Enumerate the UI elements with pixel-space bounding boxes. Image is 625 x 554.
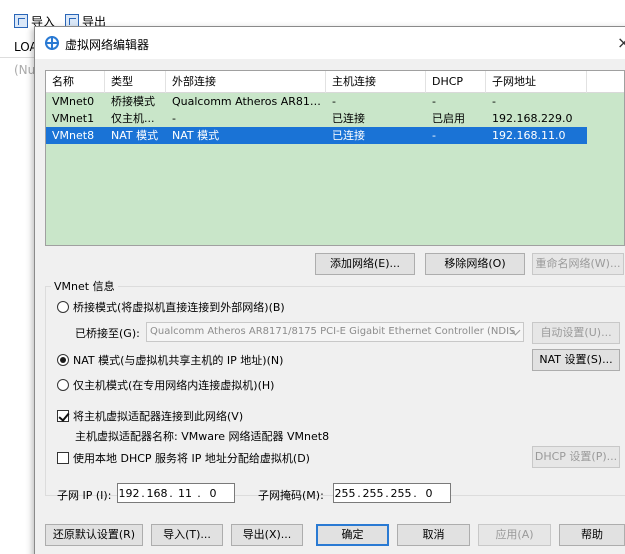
- column-header-external[interactable]: 外部连接: [166, 71, 326, 93]
- bridge-mode-radio[interactable]: 桥接模式(将虚拟机直接连接到外部网络)(B): [57, 299, 285, 315]
- table-header: 名称 类型 外部连接 主机连接 DHCP 子网地址: [46, 71, 624, 93]
- adapter-name-text: 主机虚拟适配器名称: VMware 网络适配器 VMnet8: [75, 430, 330, 443]
- column-header-dhcp[interactable]: DHCP: [426, 71, 486, 93]
- dialog-title: 虚拟网络编辑器: [65, 38, 150, 52]
- import-icon: [14, 14, 28, 28]
- column-header-host[interactable]: 主机连接: [326, 71, 426, 93]
- dhcp-settings-button[interactable]: DHCP 设置(P)...: [532, 446, 620, 468]
- subnet-mask-octet[interactable]: 255: [362, 487, 384, 500]
- nat-settings-button[interactable]: NAT 设置(S)...: [532, 349, 620, 371]
- cell-name: VMnet0: [52, 95, 95, 108]
- auto-settings-button[interactable]: 自动设置(U)...: [532, 322, 620, 344]
- export-button[interactable]: 导出(X)...: [231, 524, 303, 546]
- cell-type: 仅主机...: [111, 112, 155, 125]
- close-icon[interactable]: ×: [617, 33, 625, 52]
- network-table[interactable]: 名称 类型 外部连接 主机连接 DHCP 子网地址 VMnet0 桥接模式 Qu…: [45, 70, 625, 246]
- cell-dhcp: 已启用: [432, 112, 465, 125]
- apply-button[interactable]: 应用(A): [478, 524, 551, 546]
- remove-network-button[interactable]: 移除网络(O): [425, 253, 525, 275]
- table-row[interactable]: VMnet0 桥接模式 Qualcomm Atheros AR8171/... …: [46, 93, 624, 110]
- bridged-to-label: 已桥接至(G):: [75, 327, 140, 340]
- dialog-titlebar[interactable]: 虚拟网络编辑器 ×: [35, 27, 625, 59]
- bridge-mode-label: 桥接模式(将虚拟机直接连接到外部网络)(B): [73, 301, 285, 314]
- host-only-mode-label: 仅主机模式(在专用网络内连接虚拟机)(H): [73, 379, 275, 392]
- subnet-mask-octet[interactable]: 0: [418, 487, 440, 500]
- help-button[interactable]: 帮助: [559, 524, 625, 546]
- network-globe-icon: [45, 36, 59, 50]
- dhcp-checkbox[interactable]: 使用本地 DHCP 服务将 IP 地址分配给虚拟机(D): [57, 450, 310, 466]
- cell-external: -: [172, 112, 176, 125]
- import-button[interactable]: 导入(T)...: [151, 524, 223, 546]
- subnet-ip-octet[interactable]: 11: [174, 487, 196, 500]
- subnet-ip-field[interactable]: 192. 168. 11. 0: [117, 483, 235, 503]
- nat-mode-label: NAT 模式(与虚拟机共享主机的 IP 地址)(N): [73, 354, 284, 367]
- subnet-mask-label: 子网掩码(M):: [258, 489, 324, 502]
- cell-type: NAT 模式: [111, 129, 159, 142]
- subnet-mask-field[interactable]: 255. 255. 255. 0: [333, 483, 451, 503]
- ok-button[interactable]: 确定: [316, 524, 389, 546]
- cell-external: NAT 模式: [172, 129, 220, 142]
- table-row-selected[interactable]: VMnet8 NAT 模式 NAT 模式 已连接 - 192.168.11.0: [46, 127, 587, 144]
- cell-name: VMnet8: [52, 129, 95, 142]
- column-header-subnet[interactable]: 子网地址: [486, 71, 587, 93]
- bridged-to-value: Qualcomm Atheros AR8171/8175 PCI-E Gigab…: [150, 326, 516, 337]
- cell-dhcp: -: [432, 129, 436, 142]
- cell-subnet: 192.168.11.0: [492, 129, 566, 142]
- connect-adapter-checkbox[interactable]: 将主机虚拟适配器连接到此网络(V): [57, 408, 243, 424]
- connect-adapter-label: 将主机虚拟适配器连接到此网络(V): [73, 410, 244, 423]
- connect-adapter-check-box[interactable]: [57, 410, 69, 422]
- subnet-ip-octet[interactable]: 192: [118, 487, 140, 500]
- vmnet-info-title: VMnet 信息: [51, 278, 118, 294]
- cell-host: -: [332, 95, 336, 108]
- cell-host: 已连接: [332, 112, 365, 125]
- bridge-radio-circle[interactable]: [57, 301, 69, 313]
- cell-subnet: 192.168.229.0: [492, 112, 573, 125]
- cell-subnet: -: [492, 95, 496, 108]
- add-network-button[interactable]: 添加网络(E)...: [315, 253, 415, 275]
- cell-external: Qualcomm Atheros AR8171/...: [172, 95, 326, 108]
- cell-type: 桥接模式: [111, 95, 155, 108]
- nat-mode-radio[interactable]: NAT 模式(与虚拟机共享主机的 IP 地址)(N): [57, 352, 283, 368]
- restore-defaults-button[interactable]: 还原默认设置(R): [45, 524, 143, 546]
- column-header-type[interactable]: 类型: [105, 71, 166, 93]
- subnet-ip-label: 子网 IP (I):: [57, 489, 112, 502]
- subnet-ip-octet[interactable]: 0: [202, 487, 224, 500]
- dhcp-check-box[interactable]: [57, 452, 69, 464]
- host-only-radio-circle[interactable]: [57, 379, 69, 391]
- subnet-mask-octet[interactable]: 255: [390, 487, 412, 500]
- table-row[interactable]: VMnet1 仅主机... - 已连接 已启用 192.168.229.0: [46, 110, 624, 127]
- nat-radio-circle[interactable]: [57, 354, 69, 366]
- subnet-mask-octet[interactable]: 255: [334, 487, 356, 500]
- subnet-ip-octet[interactable]: 168: [146, 487, 168, 500]
- cell-host: 已连接: [332, 129, 365, 142]
- dhcp-label: 使用本地 DHCP 服务将 IP 地址分配给虚拟机(D): [73, 452, 310, 465]
- host-only-mode-radio[interactable]: 仅主机模式(在专用网络内连接虚拟机)(H): [57, 377, 274, 393]
- cell-name: VMnet1: [52, 112, 95, 125]
- column-header-name[interactable]: 名称: [46, 71, 105, 93]
- bridged-to-select[interactable]: Qualcomm Atheros AR8171/8175 PCI-E Gigab…: [146, 322, 524, 342]
- rename-network-button[interactable]: 重命名网络(W)...: [532, 253, 624, 275]
- virtual-network-editor-dialog: 虚拟网络编辑器 × 名称 类型 外部连接 主机连接 DHCP 子网地址 VMne…: [34, 26, 625, 554]
- cell-dhcp: -: [432, 95, 436, 108]
- cancel-button[interactable]: 取消: [397, 524, 470, 546]
